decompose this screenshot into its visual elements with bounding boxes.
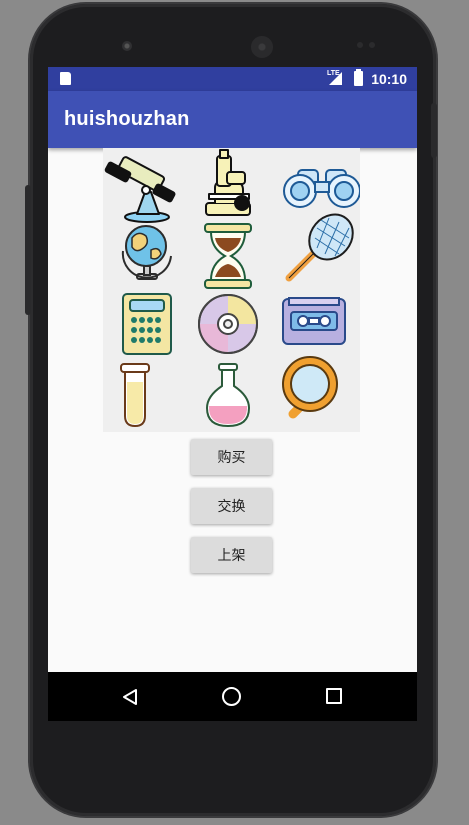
earpiece-speaker <box>251 36 273 58</box>
light-sensor <box>369 42 375 48</box>
hourglass-icon <box>204 223 252 289</box>
list-item-button[interactable]: 上架 <box>191 537 272 573</box>
battery-icon <box>354 69 363 86</box>
calculator-icon <box>122 293 172 355</box>
cd-disc-icon <box>198 294 258 354</box>
proximity-sensor <box>357 42 363 48</box>
navigation-bar <box>48 672 417 721</box>
main-content: 购买 交换 上架 <box>48 148 417 672</box>
butterfly-net-icon <box>285 213 354 282</box>
test-tube-icon <box>120 363 150 428</box>
recent-apps-icon[interactable] <box>326 688 342 704</box>
microscope-icon <box>205 149 251 216</box>
back-icon[interactable] <box>121 688 139 706</box>
app-bar: huishouzhan <box>48 91 417 148</box>
power-button[interactable] <box>431 103 437 158</box>
binoculars-icon <box>283 169 360 208</box>
buy-button[interactable]: 购买 <box>191 439 272 475</box>
screen: LTE 10:10 huishouzhan 购买 交换 上架 <box>48 67 417 721</box>
magnifier-icon <box>282 356 338 419</box>
item-image-grid <box>103 148 360 432</box>
status-bar: LTE 10:10 <box>48 67 417 91</box>
telescope-icon <box>104 156 176 223</box>
cassette-tape-icon <box>282 297 346 345</box>
exchange-button[interactable]: 交换 <box>191 488 272 524</box>
home-icon[interactable] <box>222 687 241 706</box>
front-camera <box>122 41 132 51</box>
globe-icon <box>121 225 172 280</box>
volume-button[interactable] <box>25 185 31 315</box>
app-title: huishouzhan <box>64 108 190 130</box>
sd-card-icon <box>60 72 71 85</box>
flask-icon <box>205 363 251 428</box>
status-time: 10:10 <box>371 71 407 87</box>
signal-icon <box>329 72 342 85</box>
